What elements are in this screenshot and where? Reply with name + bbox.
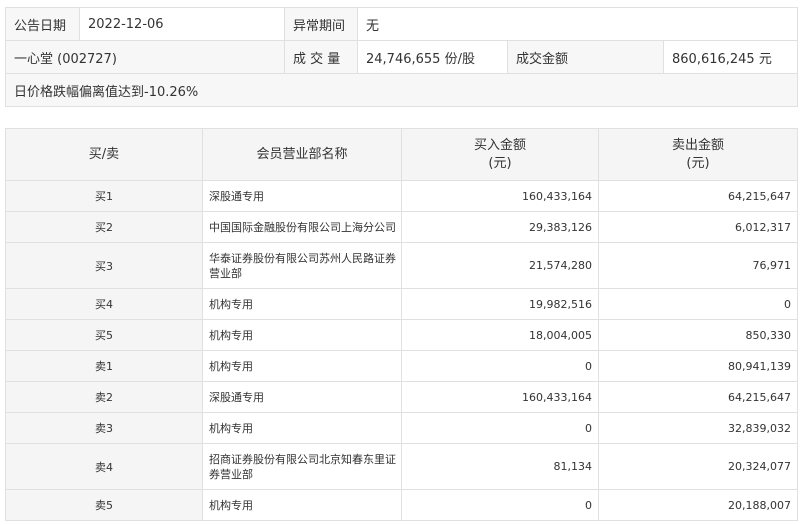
row-sell-amount: 20,324,077 [598,443,798,490]
amount-label: 成交金额 [507,40,664,74]
header-buy-unit: (元) [488,155,512,171]
row-buy-amount: 160,433,164 [401,180,599,212]
header-buy-amount: 买入金额 (元) [401,128,599,181]
row-side: 卖5 [5,489,203,521]
row-sell-amount: 850,330 [598,319,798,351]
row-branch: 机构专用 [202,489,402,521]
row-branch: 机构专用 [202,412,402,444]
header-sell-amount: 卖出金额 (元) [598,128,798,181]
row-sell-amount: 0 [598,288,798,320]
row-side: 卖4 [5,443,203,490]
info-row: 一心堂 (002727) 成 交 量 24,746,655 份/股 成交金额 8… [5,40,799,74]
row-side: 买4 [5,288,203,320]
row-branch: 机构专用 [202,350,402,382]
table-row: 买3 华泰证券股份有限公司苏州人民路证券营业部 21,574,280 76,97… [5,242,798,289]
row-buy-amount: 160,433,164 [401,381,599,413]
row-side: 卖3 [5,412,203,444]
row-branch: 华泰证券股份有限公司苏州人民路证券营业部 [202,242,402,289]
row-buy-amount: 29,383,126 [401,211,599,243]
info-row: 公告日期 2022-12-06 异常期间 无 [5,7,799,41]
row-sell-amount: 6,012,317 [598,211,798,243]
row-buy-amount: 19,982,516 [401,288,599,320]
row-side: 买2 [5,211,203,243]
header-buy-title: 买入金额 [473,137,526,153]
table-row: 买5 机构专用 18,004,005 850,330 [5,319,798,351]
volume-value: 24,746,655 份/股 [357,40,508,74]
row-buy-amount: 18,004,005 [401,319,599,351]
row-branch: 招商证券股份有限公司北京知春东里证券营业部 [202,443,402,490]
table-row: 卖1 机构专用 0 80,941,139 [5,350,798,382]
row-side: 买1 [5,180,203,212]
row-branch: 机构专用 [202,288,402,320]
table-row: 卖2 深股通专用 160,433,164 64,215,647 [5,381,798,413]
listing-reason: 日价格跌幅偏离值达到-10.26% [4,73,799,107]
abnormal-period-label: 异常期间 [284,7,358,41]
row-buy-amount: 81,134 [401,443,599,490]
dragon-tiger-list-panel: 公告日期 2022-12-06 异常期间 无 一心堂 (002727) 成 交 … [0,0,800,525]
row-buy-amount: 0 [401,489,599,521]
row-buy-amount: 0 [401,412,599,444]
info-row: 日价格跌幅偏离值达到-10.26% [4,73,799,107]
header-side: 买/卖 [5,128,203,181]
amount-value: 860,616,245 元 [662,40,799,74]
row-branch: 中国国际金融股份有限公司上海分公司 [202,211,402,243]
header-sell-unit: (元) [686,155,710,171]
row-side: 买3 [5,242,203,289]
broker-trade-table: 买/卖 会员营业部名称 买入金额 (元) 卖出金额 (元) 买1 深股通专用 1… [5,128,798,521]
row-side: 买5 [5,319,203,351]
abnormal-period-value: 无 [356,7,799,41]
row-sell-amount: 80,941,139 [598,350,798,382]
row-sell-amount: 32,839,032 [598,412,798,444]
row-side: 卖1 [5,350,203,382]
row-sell-amount: 64,215,647 [598,180,798,212]
announce-date-label: 公告日期 [5,7,80,41]
table-row: 卖4 招商证券股份有限公司北京知春东里证券营业部 81,134 20,324,0… [5,443,798,490]
row-sell-amount: 20,188,007 [598,489,798,521]
table-row: 买2 中国国际金融股份有限公司上海分公司 29,383,126 6,012,31… [5,211,798,243]
announce-date-value: 2022-12-06 [79,7,285,41]
header-sell-title: 卖出金额 [671,137,724,153]
table-header-row: 买/卖 会员营业部名称 买入金额 (元) 卖出金额 (元) [5,128,798,181]
row-branch: 深股通专用 [202,180,402,212]
header-branch: 会员营业部名称 [202,128,402,181]
row-buy-amount: 21,574,280 [401,242,599,289]
row-side: 卖2 [5,381,203,413]
table-row: 买4 机构专用 19,982,516 0 [5,288,798,320]
table-row: 买1 深股通专用 160,433,164 64,215,647 [5,180,798,212]
table-row: 卖5 机构专用 0 20,188,007 [5,489,798,521]
row-buy-amount: 0 [401,350,599,382]
table-row: 卖3 机构专用 0 32,839,032 [5,412,798,444]
row-sell-amount: 64,215,647 [598,381,798,413]
row-sell-amount: 76,971 [598,242,798,289]
stock-name: 一心堂 (002727) [5,40,285,74]
row-branch: 深股通专用 [202,381,402,413]
announcement-info-table: 公告日期 2022-12-06 异常期间 无 一心堂 (002727) 成 交 … [4,7,799,107]
volume-label: 成 交 量 [284,40,358,74]
row-branch: 机构专用 [202,319,402,351]
